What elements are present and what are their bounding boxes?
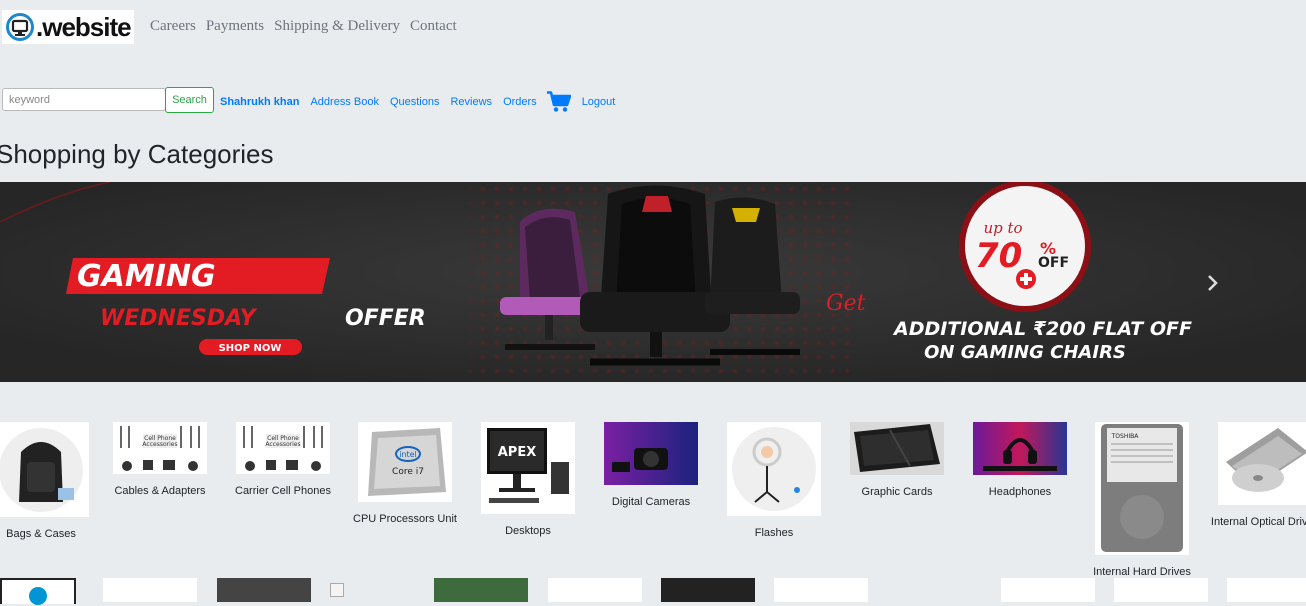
reviews-link[interactable]: Reviews — [450, 96, 492, 108]
category-tile-flashes[interactable]: Flashes — [719, 422, 829, 541]
category-tile-partial[interactable] — [1227, 578, 1306, 602]
search-input[interactable] — [2, 88, 166, 111]
hp-logo-icon — [29, 587, 47, 605]
banner-artwork: GAMING WEDNESDAY OFFER SHOP NOW up to 70… — [0, 182, 1306, 382]
bags-cases-image — [0, 422, 89, 517]
nav-shipping-delivery[interactable]: Shipping & Delivery — [274, 18, 400, 35]
category-tile-bags-cases[interactable]: Bags & Cases — [0, 422, 96, 542]
category-tile-cables-adapters[interactable]: Cell Phone Accessories Cables & Adapters — [105, 422, 215, 499]
top-nav: Careers Payments Shipping & Delivery Con… — [150, 18, 467, 35]
banner-gaming-text: GAMING — [77, 259, 216, 294]
category-label: Graphic Cards — [861, 486, 933, 498]
category-tile-partial[interactable] — [1001, 578, 1095, 602]
category-tile-internal-hard-drives[interactable]: TOSHIBA Internal Hard Drives — [1087, 422, 1197, 580]
carrier-cell-phones-image: Cell Phone Accessories — [236, 422, 330, 474]
user-nav: Shahrukh khan Address Book Questions Rev… — [220, 91, 626, 113]
category-label: CPU Processors Unit — [353, 513, 457, 525]
internal-hard-drives-image: TOSHIBA — [1095, 422, 1189, 555]
category-tile-desktops[interactable]: APEX Desktops — [473, 422, 583, 539]
banner-wednesday-text: WEDNESDAY — [100, 306, 258, 331]
category-label: Digital Cameras — [611, 496, 691, 508]
category-label: Carrier Cell Phones — [235, 485, 331, 497]
svg-text:Core i7: Core i7 — [392, 467, 424, 477]
svg-text:TOSHIBA: TOSHIBA — [1111, 433, 1140, 440]
badge-off-text: OFF — [1038, 255, 1069, 271]
category-label: Internal Optical Drives — [1210, 516, 1306, 528]
badge-percent-text: 70 — [975, 236, 1022, 276]
category-tile-internal-optical-drives[interactable]: Internal Optical Drives — [1210, 422, 1306, 530]
orders-link[interactable]: Orders — [503, 96, 537, 108]
headphones-image — [973, 422, 1067, 475]
site-logo[interactable]: .website — [2, 10, 134, 44]
search-button[interactable]: Search — [165, 87, 214, 113]
flashes-image — [727, 422, 821, 516]
category-tile-partial[interactable] — [1114, 578, 1208, 602]
internal-optical-drives-image — [1218, 422, 1306, 505]
desktops-image: APEX — [481, 422, 575, 514]
banner-shop-now-text: SHOP NOW — [219, 343, 282, 354]
shopping-cart-icon[interactable] — [546, 91, 571, 113]
category-tile-carrier-cell-phones[interactable]: Cell Phone Accessories Carrier Cell Phon… — [228, 422, 338, 499]
monitor-logo-icon — [6, 13, 34, 41]
logo-text: .website — [36, 11, 132, 42]
cables-adapters-image: Cell Phone Accessories — [113, 422, 207, 474]
category-label: Bags & Cases — [6, 528, 76, 540]
category-label: Headphones — [988, 486, 1052, 498]
address-book-link[interactable]: Address Book — [310, 96, 378, 108]
cpu-processor-image: intel Core i7 — [358, 422, 452, 502]
graphic-cards-image — [850, 422, 944, 475]
category-tile-partial[interactable] — [0, 578, 76, 605]
banner-get-text: Get — [826, 291, 866, 316]
category-tile-digital-cameras[interactable]: Digital Cameras — [596, 422, 706, 510]
svg-text:APEX: APEX — [498, 445, 537, 460]
category-label: Flashes — [754, 527, 794, 539]
category-tile-partial[interactable] — [661, 578, 755, 602]
svg-text:intel: intel — [399, 450, 417, 459]
page-title: Shopping by Categories — [0, 139, 274, 169]
category-tile-cpu-processors[interactable]: intel Core i7 CPU Processors Unit — [350, 422, 460, 527]
promo-banner[interactable]: GAMING WEDNESDAY OFFER SHOP NOW up to 70… — [0, 182, 1306, 382]
broken-image-icon — [330, 583, 344, 597]
category-tile-graphic-cards[interactable]: Graphic Cards — [842, 422, 952, 500]
category-tile-partial[interactable] — [548, 578, 642, 602]
category-tile-partial[interactable] — [103, 578, 197, 602]
category-tile-partial[interactable] — [774, 578, 868, 602]
category-tile-headphones[interactable]: Headphones — [965, 422, 1075, 500]
nav-contact[interactable]: Contact — [410, 18, 457, 35]
nav-careers[interactable]: Careers — [150, 18, 196, 35]
nav-payments[interactable]: Payments — [206, 18, 264, 35]
logout-link[interactable]: Logout — [582, 96, 616, 108]
user-account-link[interactable]: Shahrukh khan — [220, 96, 299, 108]
category-label: Desktops — [505, 525, 551, 537]
badge-up-to-text: up to — [983, 219, 1022, 237]
banner-promo-line2: ON GAMING CHAIRS — [924, 342, 1126, 363]
banner-promo-line1: ADDITIONAL ₹200 FLAT OFF — [892, 318, 1192, 340]
digital-cameras-image — [604, 422, 698, 485]
category-tile-partial[interactable] — [434, 578, 528, 602]
category-label: Cables & Adapters — [114, 485, 206, 497]
svg-text:Accessories: Accessories — [265, 441, 300, 448]
banner-offer-text: OFFER — [345, 306, 426, 331]
questions-link[interactable]: Questions — [390, 96, 440, 108]
category-tile-partial[interactable] — [217, 578, 311, 602]
svg-text:Accessories: Accessories — [142, 441, 177, 448]
